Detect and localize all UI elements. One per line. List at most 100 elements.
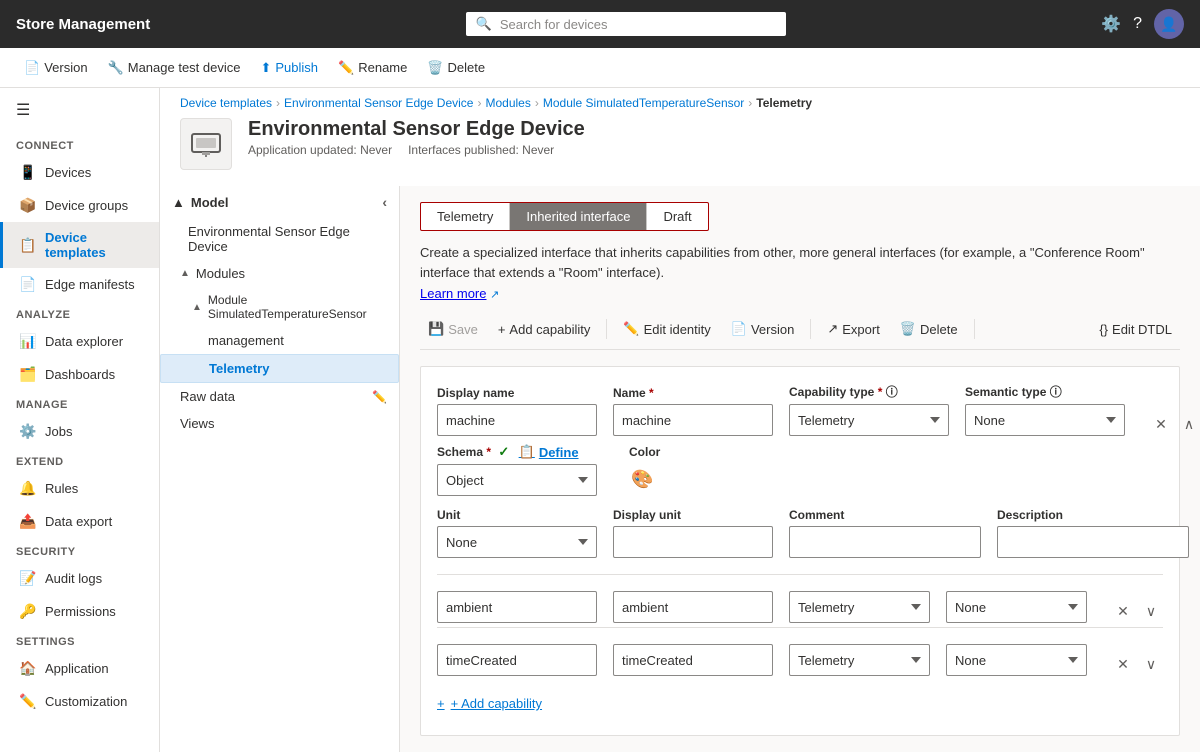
semantic-type-select-1[interactable]: None Temperature Humidity — [965, 404, 1125, 436]
form-row-2: Telemetry None ✕ ∨ — [437, 591, 1163, 623]
sidebar-item-device-groups[interactable]: 📦 Device groups — [0, 189, 159, 222]
row-2-actions: ✕ ∨ — [1111, 599, 1163, 623]
sub-add-capability-button[interactable]: + Add capability — [490, 318, 599, 341]
tree-modules-collapse-icon: ▲ — [180, 268, 190, 279]
tree-env-sensor[interactable]: Environmental Sensor Edge Device — [160, 218, 399, 260]
sidebar-item-audit-logs[interactable]: 📝 Audit logs — [0, 562, 159, 595]
sidebar-item-edge-manifests[interactable]: 📄 Edge manifests — [0, 268, 159, 301]
hamburger-menu[interactable]: ☰ — [0, 88, 159, 132]
row-1-remove-button[interactable]: ✕ — [1149, 412, 1173, 436]
tree-modules-header[interactable]: ▲ Modules — [160, 260, 399, 287]
sidebar-item-devices[interactable]: 📱 Devices — [0, 156, 159, 189]
breadcrumb-device-templates[interactable]: Device templates — [180, 96, 272, 110]
name-input-2[interactable] — [613, 591, 773, 623]
sidebar-item-device-templates[interactable]: 📋 Device templates — [0, 222, 159, 268]
sidebar-item-rules[interactable]: 🔔 Rules — [0, 472, 159, 505]
row-3-expand-button[interactable]: ∨ — [1139, 652, 1163, 676]
dashboards-icon: 🗂️ — [19, 366, 35, 383]
breadcrumb-modules[interactable]: Modules — [485, 96, 530, 110]
tree-model-header[interactable]: ▲ Model ‹ — [160, 186, 399, 218]
color-palette-button[interactable]: 🎨 — [629, 467, 655, 492]
comment-input-1[interactable] — [789, 526, 981, 558]
capability-type-select-3[interactable]: Telemetry — [789, 644, 930, 676]
application-icon: 🏠 — [19, 660, 35, 677]
interfaces-published: Interfaces published: Never — [408, 143, 554, 157]
app-title: Store Management — [16, 16, 150, 33]
version-button[interactable]: 📄 Version — [16, 56, 96, 80]
display-unit-input-1[interactable] — [613, 526, 773, 558]
sidebar-item-jobs[interactable]: ⚙️ Jobs — [0, 415, 159, 448]
tab-inherited-interface[interactable]: Inherited interface — [510, 203, 647, 230]
tree-telemetry[interactable]: Telemetry — [160, 354, 399, 383]
capability-type-select-1[interactable]: Telemetry Property Command — [789, 404, 949, 436]
sidebar-item-dashboards[interactable]: 🗂️ Dashboards — [0, 358, 159, 391]
row-1-expand-button[interactable]: ∧ — [1177, 412, 1200, 436]
rename-icon: ✏️ — [338, 60, 354, 76]
sub-delete-button[interactable]: 🗑️ Delete — [892, 317, 966, 341]
row-1-actions: ✕ ∧ — [1149, 412, 1200, 436]
tab-draft[interactable]: Draft — [647, 203, 707, 230]
sub-save-button[interactable]: 💾 Save — [420, 317, 486, 341]
raw-data-edit-icon[interactable]: ✏️ — [372, 390, 387, 404]
edit-identity-icon: ✏️ — [623, 321, 639, 337]
learn-more-link[interactable]: Learn more — [420, 286, 486, 301]
schema-define-link[interactable]: 📋 Define — [519, 444, 579, 460]
row-2-remove-button[interactable]: ✕ — [1111, 599, 1135, 623]
help-icon[interactable]: ? — [1133, 15, 1142, 33]
settings-icon[interactable]: ⚙️ — [1101, 14, 1121, 34]
breadcrumb: Device templates › Environmental Sensor … — [160, 88, 1200, 118]
sub-edit-identity-button[interactable]: ✏️ Edit identity — [615, 317, 718, 341]
tree-collapse-btn[interactable]: ‹ — [382, 194, 387, 210]
sidebar-item-application[interactable]: 🏠 Application — [0, 652, 159, 685]
row-2-expand-button[interactable]: ∨ — [1139, 599, 1163, 623]
name-input-3[interactable] — [613, 644, 773, 676]
tree-module-sim-header[interactable]: ▲ Module SimulatedTemperatureSensor — [160, 287, 399, 327]
sub-version-button[interactable]: 📄 Version — [723, 317, 803, 341]
display-name-input-1[interactable] — [437, 404, 597, 436]
tree-modules-label: Modules — [196, 266, 245, 281]
manage-test-icon: 🔧 — [108, 60, 124, 76]
top-nav-icons: ⚙️ ? 👤 — [1101, 9, 1184, 39]
display-name-input-2[interactable] — [437, 591, 597, 623]
tab-telemetry[interactable]: Telemetry — [421, 203, 510, 230]
add-icon: + — [437, 696, 445, 711]
semantic-type-label: Semantic type ⓘ — [965, 383, 1125, 400]
edit-dtdl-button[interactable]: {} Edit DTDL — [1091, 318, 1180, 341]
sidebar-item-customization[interactable]: ✏️ Customization — [0, 685, 159, 718]
breadcrumb-sep-4: › — [748, 96, 752, 110]
search-bar[interactable]: 🔍 Search for devices — [466, 12, 786, 36]
description-input-1[interactable] — [997, 526, 1189, 558]
rename-button[interactable]: ✏️ Rename — [330, 56, 415, 80]
name-input-1[interactable] — [613, 404, 773, 436]
breadcrumb-env-sensor[interactable]: Environmental Sensor Edge Device — [284, 96, 473, 110]
edit-panel: Telemetry Inherited interface Draft Crea… — [400, 186, 1200, 752]
add-capability-link[interactable]: + + Add capability — [437, 688, 1163, 719]
unit-select-1[interactable]: None Celsius — [437, 526, 597, 558]
semantic-type-select-3[interactable]: None — [946, 644, 1087, 676]
tree-module-sim-label: Module SimulatedTemperatureSensor — [208, 293, 387, 321]
capability-type-select-2[interactable]: Telemetry — [789, 591, 930, 623]
display-name-label: Display name — [437, 386, 597, 400]
tree-views[interactable]: Views — [160, 410, 399, 437]
sub-export-button[interactable]: ↗ Export — [819, 317, 887, 341]
tree-management[interactable]: management — [160, 327, 399, 354]
manage-section-label: Manage — [0, 391, 159, 415]
schema-select-1[interactable]: Object String Integer — [437, 464, 597, 496]
color-section: Color 🎨 — [629, 444, 660, 492]
delete-button[interactable]: 🗑️ Delete — [419, 56, 493, 80]
breadcrumb-module-sim[interactable]: Module SimulatedTemperatureSensor — [543, 96, 744, 110]
manage-test-button[interactable]: 🔧 Manage test device — [100, 56, 249, 80]
publish-button[interactable]: ⬆ Publish — [252, 56, 326, 80]
user-avatar[interactable]: 👤 — [1154, 9, 1184, 39]
name-label: Name * — [613, 386, 773, 400]
semantic-type-select-2[interactable]: None — [946, 591, 1087, 623]
save-icon: 💾 — [428, 321, 444, 337]
sidebar-item-data-explorer[interactable]: 📊 Data explorer — [0, 325, 159, 358]
sidebar-item-device-templates-label: Device templates — [45, 230, 143, 260]
tree-raw-data[interactable]: Raw data ✏️ — [160, 383, 399, 410]
sidebar-item-permissions[interactable]: 🔑 Permissions — [0, 595, 159, 628]
sidebar-item-data-export[interactable]: 📤 Data export — [0, 505, 159, 538]
display-name-input-3[interactable] — [437, 644, 597, 676]
data-export-icon: 📤 — [19, 513, 35, 530]
row-3-remove-button[interactable]: ✕ — [1111, 652, 1135, 676]
